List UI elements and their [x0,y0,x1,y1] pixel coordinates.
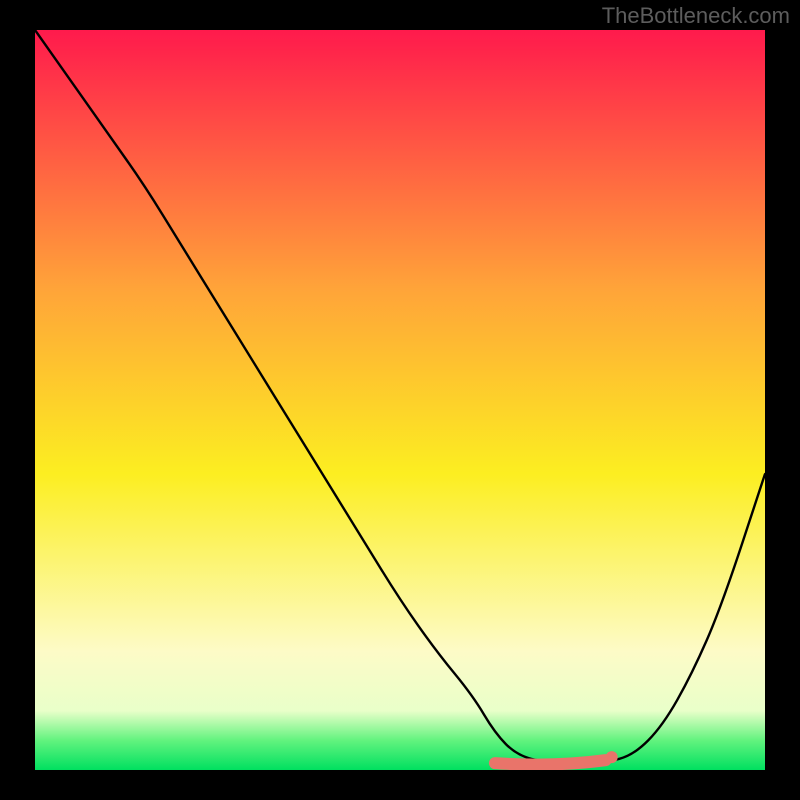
chart-svg [35,30,765,770]
watermark-label: TheBottleneck.com [602,3,790,29]
optimal-range-highlight [495,760,606,764]
plot-area [35,30,765,770]
chart-frame: TheBottleneck.com [0,0,800,800]
optimal-range-end-dot [606,751,618,763]
gradient-background [35,30,765,770]
